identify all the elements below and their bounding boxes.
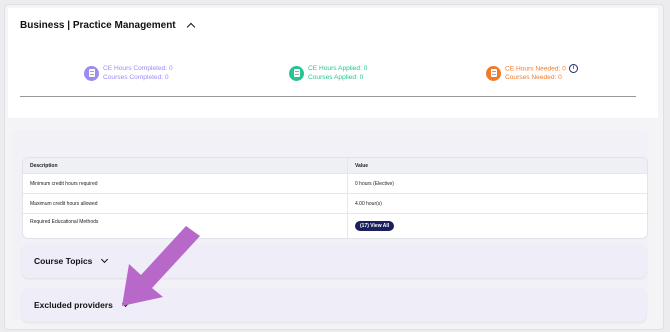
chevron-down-icon[interactable] (121, 299, 129, 308)
view-all-button[interactable]: (17) View All (355, 221, 395, 231)
table-row: Maximum credit hours allowed 4.00 hour(s… (23, 193, 647, 213)
table-header: Description Value (23, 158, 647, 173)
courses-needed: Courses Needed: 0 (505, 74, 562, 82)
course-topics-accordion[interactable]: Course Topics (22, 244, 646, 278)
table-row: Required Educational Methods (17) View A… (23, 213, 647, 238)
table-row: Minimum credit hours required 0 hours (E… (23, 173, 647, 193)
stat-applied: CE Hours Applied: 0 Courses Applied: 0 (289, 64, 367, 82)
ce-hours-applied: CE Hours Applied: 0 (308, 65, 368, 72)
ce-hours-completed: CE Hours Completed: 0 (103, 65, 173, 72)
document-icon (289, 65, 304, 81)
courses-applied: Courses Applied: 0 (308, 74, 364, 81)
chevron-down-icon[interactable] (101, 255, 109, 264)
section-header[interactable]: Business | Practice Management (20, 20, 195, 32)
chevron-up-icon[interactable] (186, 22, 195, 32)
stat-completed: CE Hours Completed: 0 Courses Completed:… (84, 64, 173, 82)
summary-card: Business | Practice Management CE Hours … (8, 8, 658, 118)
section-title: Business | Practice Management (20, 20, 176, 31)
header-description: Description (23, 158, 348, 173)
cell-description: Required Educational Methods (23, 214, 348, 238)
course-topics-label: Course Topics (34, 256, 93, 266)
document-icon (486, 65, 501, 81)
cell-value: 0 hours (Elective) (355, 180, 394, 187)
courses-completed: Courses Completed: 0 (103, 74, 169, 81)
header-value: Value (355, 162, 369, 169)
cell-value: 4.00 hour(s) (355, 200, 382, 207)
requirements-table: Description Value Minimum credit hours r… (22, 157, 648, 239)
ce-hours-needed: CE Hours Needed: 0 (505, 65, 566, 73)
cell-description: Maximum credit hours allowed (23, 194, 348, 213)
document-icon (84, 65, 99, 81)
excluded-providers-accordion[interactable]: Excluded providers (22, 288, 646, 322)
info-icon[interactable]: i (568, 64, 578, 73)
divider (20, 96, 636, 97)
stat-needed: CE Hours Needed: 0i Courses Needed: 0 (486, 64, 578, 82)
cell-description: Minimum credit hours required (23, 174, 348, 193)
excluded-providers-label: Excluded providers (34, 300, 113, 310)
